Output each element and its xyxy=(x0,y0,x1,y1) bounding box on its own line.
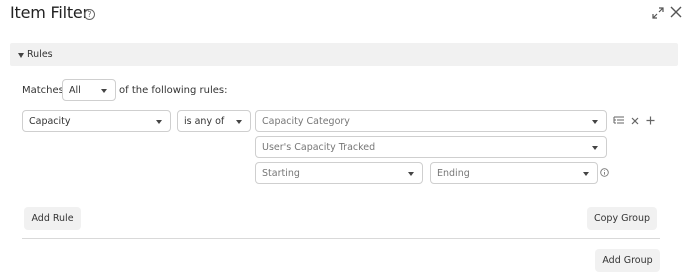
caret-down-icon[interactable] xyxy=(18,53,24,58)
chevron-down-icon xyxy=(592,120,598,124)
chevron-down-icon xyxy=(156,120,162,124)
info-icon[interactable] xyxy=(600,168,609,177)
ending-select[interactable]: Ending xyxy=(430,162,598,184)
matches-select[interactable]: All xyxy=(62,79,116,101)
rule-field-value: Capacity xyxy=(29,116,71,127)
help-icon[interactable]: ? xyxy=(84,9,95,20)
group-divider xyxy=(22,238,660,239)
chevron-down-icon xyxy=(236,120,242,124)
rule-operator-value: is any of xyxy=(184,116,225,127)
chevron-down-icon xyxy=(592,146,598,150)
users-capacity-tracked-placeholder: User's Capacity Tracked xyxy=(262,142,376,153)
matches-select-value: All xyxy=(69,85,81,96)
capacity-category-placeholder: Capacity Category xyxy=(262,116,350,127)
matches-suffix-label: of the following rules: xyxy=(119,85,228,96)
chevron-down-icon xyxy=(101,89,107,93)
expand-icon[interactable] xyxy=(652,7,664,19)
chevron-down-icon xyxy=(408,172,414,176)
matches-prefix-label: Matches xyxy=(22,85,64,96)
rule-operator-select[interactable]: is any of xyxy=(177,110,251,132)
capacity-category-select[interactable]: Capacity Category xyxy=(255,110,607,132)
rule-field-select[interactable]: Capacity xyxy=(22,110,171,132)
tree-list-icon[interactable] xyxy=(613,116,625,126)
add-rule-button[interactable]: Add Rule xyxy=(24,207,81,230)
users-capacity-tracked-select[interactable]: User's Capacity Tracked xyxy=(255,136,607,158)
rules-section-label: Rules xyxy=(27,49,53,60)
ending-placeholder: Ending xyxy=(437,168,470,179)
add-group-button[interactable]: Add Group xyxy=(595,249,660,272)
close-icon[interactable] xyxy=(670,6,682,18)
chevron-down-icon xyxy=(583,172,589,176)
starting-placeholder: Starting xyxy=(262,168,300,179)
remove-rule-icon[interactable] xyxy=(631,117,639,125)
starting-select[interactable]: Starting xyxy=(255,162,423,184)
rules-section-header[interactable] xyxy=(10,43,678,66)
add-rule-plus-icon[interactable] xyxy=(646,116,655,125)
copy-group-button[interactable]: Copy Group xyxy=(587,207,657,230)
dialog-title: Item Filter xyxy=(10,3,89,22)
